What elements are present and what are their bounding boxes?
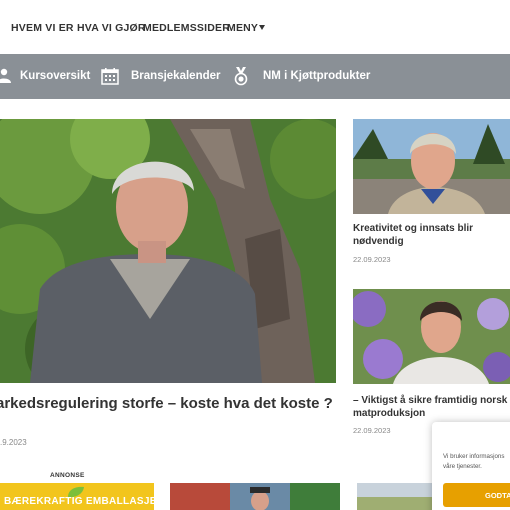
top-navigation: HVEM VI ER HVA VI GJØR MEDLEMSSIDER MENY xyxy=(0,0,510,54)
hero-article-image[interactable] xyxy=(0,119,336,383)
nav-item-hvem-vi-er[interactable]: HVEM VI ER xyxy=(11,22,74,34)
ad-banner[interactable]: BÆREKRAFTIG EMBALLASJE xyxy=(0,483,154,510)
toolbar-item-kursoversikt[interactable]: Kursoversikt xyxy=(20,70,90,82)
medal-icon[interactable] xyxy=(231,66,251,86)
hero-article-title[interactable]: arkedsregulering storfe – koste hva det … xyxy=(0,394,336,413)
article-thumbnail[interactable] xyxy=(357,483,432,510)
shortcut-toolbar: Kursoversikt Bransjekalender NM i Kjøttp… xyxy=(0,54,510,99)
chevron-down-icon[interactable] xyxy=(259,25,265,30)
side-article-image[interactable] xyxy=(353,289,510,384)
side-article-date: 22.09.2023 xyxy=(353,426,391,435)
side-article-title[interactable]: Kreativitet og innsats blir nødvendig xyxy=(353,222,508,248)
nav-item-medlemssider[interactable]: MEDLEMSSIDER xyxy=(143,22,230,34)
nav-item-meny[interactable]: MENY xyxy=(227,22,258,34)
calendar-icon[interactable] xyxy=(100,66,120,86)
hero-article-date: .9.2023 xyxy=(0,438,27,447)
toolbar-item-bransjekalender[interactable]: Bransjekalender xyxy=(131,70,221,82)
toolbar-item-nm-kjottprodukter[interactable]: NM i Kjøttprodukter xyxy=(263,70,370,82)
accept-cookies-button[interactable]: GODTA xyxy=(443,483,510,507)
side-article-date: 22.09.2023 xyxy=(353,255,391,264)
side-article-title[interactable]: – Viktigst å sikre framtidig norsk matpr… xyxy=(353,394,508,420)
ad-label: ANNONSE xyxy=(50,472,85,479)
course-icon[interactable] xyxy=(0,66,14,86)
cookie-consent-text: Vi bruker informasjons våre tjenester. xyxy=(443,453,505,470)
ad-text: BÆREKRAFTIG EMBALLASJE xyxy=(4,496,154,507)
nav-item-hva-vi-gjor[interactable]: HVA VI GJØR xyxy=(77,22,146,34)
side-article-image[interactable] xyxy=(353,119,510,214)
article-thumbnail[interactable] xyxy=(170,483,340,510)
cookie-consent-popup: Vi bruker informasjons våre tjenester. G… xyxy=(432,422,510,510)
